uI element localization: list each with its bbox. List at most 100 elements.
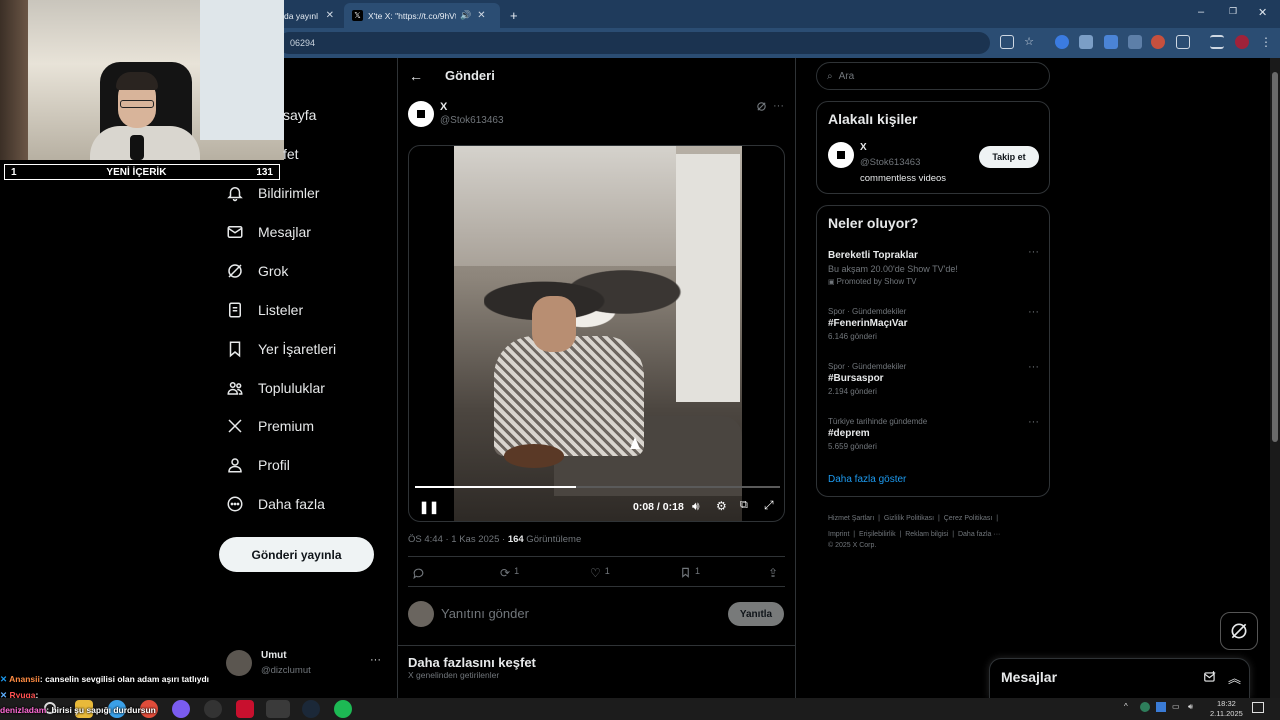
browser-tab-1[interactable]: da yayınl ✕	[276, 3, 342, 28]
post-button[interactable]: Gönderi yayınla	[219, 537, 374, 572]
volume-icon[interactable]: 🔊︎	[692, 499, 700, 514]
x-logo-icon	[226, 417, 244, 435]
footer-link[interactable]: Erişilebilirlik	[859, 531, 896, 538]
more-icon[interactable]: ···	[1028, 361, 1039, 373]
tray-app-icon[interactable]	[1140, 702, 1150, 712]
close-icon[interactable]: ✕	[477, 10, 485, 21]
volume-icon[interactable]: 🔊︎	[1188, 702, 1193, 712]
trend-category: Türkiye tarihinde gündemde	[828, 417, 928, 426]
address-bar[interactable]: 06294	[278, 32, 990, 54]
browser-tab-2[interactable]: 𝕏 X'te X: "https://t.co/9hVtu5 🔊 ✕	[344, 3, 500, 28]
extension-icon[interactable]	[1055, 35, 1069, 49]
like-button[interactable]: ♡ 1	[590, 566, 610, 580]
footer-link[interactable]: Çerez Politikası	[944, 515, 993, 522]
spotify-icon[interactable]	[334, 700, 352, 718]
close-icon[interactable]: ✕	[326, 10, 334, 21]
follow-button[interactable]: Takip et	[979, 146, 1039, 168]
picture-in-picture-icon[interactable]: ⧉	[740, 499, 748, 512]
footer-link[interactable]: Daha fazla ···	[958, 531, 1000, 538]
extension-icon[interactable]	[1079, 35, 1093, 49]
messages-drawer[interactable]: Mesajlar ︽	[989, 658, 1250, 698]
kebab-menu-icon[interactable]: ⋮	[1259, 35, 1273, 49]
trend-item[interactable]: Spor · Gündemdekiler #FenerinMaçıVar 6.1…	[828, 307, 1038, 341]
video-progress-bar[interactable]	[415, 486, 780, 488]
app-x-icon[interactable]	[236, 700, 254, 718]
search-icon: ⌕	[827, 70, 833, 82]
promoted-trend[interactable]: Bereketli Topraklar Bu akşam 20.00'de Sh…	[828, 248, 1038, 286]
avatar[interactable]	[828, 142, 854, 168]
reply-submit-button[interactable]: Yanıtla	[728, 602, 784, 626]
tray-chevron-icon[interactable]: ^	[1124, 702, 1128, 711]
more-icon[interactable]: ···	[1028, 246, 1039, 258]
video-player[interactable]: ❚❚ 0:08 / 0:18 🔊︎ ⚙ ⧉ ⤢	[408, 145, 785, 522]
install-icon[interactable]	[1000, 35, 1014, 49]
footer-link[interactable]: Gizlilik Politikası	[884, 515, 934, 522]
grok-floating-button[interactable]	[1220, 612, 1258, 650]
page-scrollbar[interactable]	[1270, 58, 1280, 698]
chevron-up-icon[interactable]: ︽	[1228, 668, 1241, 687]
share-icon[interactable]: ⇪	[768, 566, 778, 580]
extension-icon[interactable]	[1151, 35, 1165, 49]
author-handle[interactable]: @Stok613463	[440, 115, 504, 126]
footer-link[interactable]: Imprint	[828, 531, 849, 538]
settings-gear-icon[interactable]: ⚙	[716, 499, 727, 513]
author-name[interactable]: X	[440, 101, 447, 113]
minimize-button[interactable]: –	[1198, 6, 1204, 18]
reply-button[interactable]	[412, 567, 425, 585]
nav-home[interactable]: sayfa	[226, 100, 316, 130]
footer-link[interactable]: Reklam bilgisi	[905, 531, 948, 538]
back-arrow-icon[interactable]: ←	[409, 68, 423, 84]
more-icon[interactable]: ···	[1028, 306, 1039, 318]
media-icon[interactable]	[1210, 35, 1224, 49]
trend-name: #FenerinMaçıVar	[828, 318, 908, 329]
account-switcher[interactable]: Umut @dizclumut ···	[226, 648, 386, 680]
clock[interactable]: 18:32 2.11.2025	[1210, 699, 1243, 719]
steam-icon[interactable]	[302, 700, 320, 718]
new-tab-button[interactable]: +	[502, 3, 522, 28]
extension-icon[interactable]	[1128, 35, 1142, 49]
tray-app-icon[interactable]	[1156, 702, 1166, 712]
fullscreen-icon[interactable]: ⤢	[764, 498, 774, 513]
person-handle[interactable]: @Stok613463	[860, 157, 920, 168]
square-icon	[837, 151, 845, 159]
nav-bookmarks[interactable]: Yer İşaretleri	[226, 334, 336, 364]
show-more-link[interactable]: Daha fazla göster	[828, 474, 906, 485]
nav-notifications[interactable]: Bildirimler	[226, 178, 319, 208]
person-name[interactable]: X	[860, 142, 867, 153]
notification-icon[interactable]	[1252, 702, 1264, 713]
obs-icon[interactable]	[204, 700, 222, 718]
trend-item[interactable]: Türkiye tarihinde gündemde #deprem 5.659…	[828, 417, 1038, 451]
grok-icon[interactable]	[756, 101, 767, 115]
reply-input[interactable]: Yanıtını gönder	[441, 606, 529, 621]
pause-icon[interactable]: ❚❚	[419, 500, 439, 514]
repost-button[interactable]: ⟳ 1	[500, 566, 519, 580]
profile-avatar[interactable]	[1235, 35, 1249, 49]
search-input[interactable]: ⌕ Ara	[816, 62, 1050, 90]
footer-link[interactable]: Hizmet Şartları	[828, 515, 874, 522]
more-icon[interactable]: ···	[1028, 416, 1039, 428]
nav-explore[interactable]: fet	[226, 139, 299, 169]
nav-more[interactable]: Daha fazla	[226, 489, 325, 519]
nav-messages[interactable]: Mesajlar	[226, 217, 311, 247]
network-icon[interactable]: ▭	[1172, 702, 1180, 711]
more-icon[interactable]: ···	[370, 654, 381, 666]
nav-communities[interactable]: Topluluklar	[226, 373, 325, 403]
star-icon[interactable]: ☆	[1022, 35, 1036, 49]
more-icon[interactable]: ···	[773, 100, 784, 112]
discord-icon[interactable]	[172, 700, 190, 718]
nav-premium[interactable]: Premium	[226, 411, 314, 441]
scrollbar-thumb[interactable]	[1272, 72, 1278, 442]
window-close-button[interactable]: ✕	[1258, 6, 1267, 19]
bookmark-button[interactable]: 1	[680, 566, 700, 579]
new-message-icon[interactable]	[1203, 670, 1217, 689]
speaker-icon[interactable]: 🔊	[460, 10, 471, 21]
nav-lists[interactable]: Listeler	[226, 295, 303, 325]
puzzle-icon[interactable]	[1176, 35, 1190, 49]
extension-icon[interactable]	[1104, 35, 1118, 49]
avatar[interactable]	[408, 101, 434, 127]
chrome-active-icon[interactable]	[266, 700, 290, 718]
nav-profile[interactable]: Profil	[226, 450, 290, 480]
trend-item[interactable]: Spor · Gündemdekiler #Bursaspor 2.194 gö…	[828, 362, 1038, 396]
nav-grok[interactable]: Grok	[226, 256, 288, 286]
restore-button[interactable]: ❐	[1229, 6, 1237, 17]
